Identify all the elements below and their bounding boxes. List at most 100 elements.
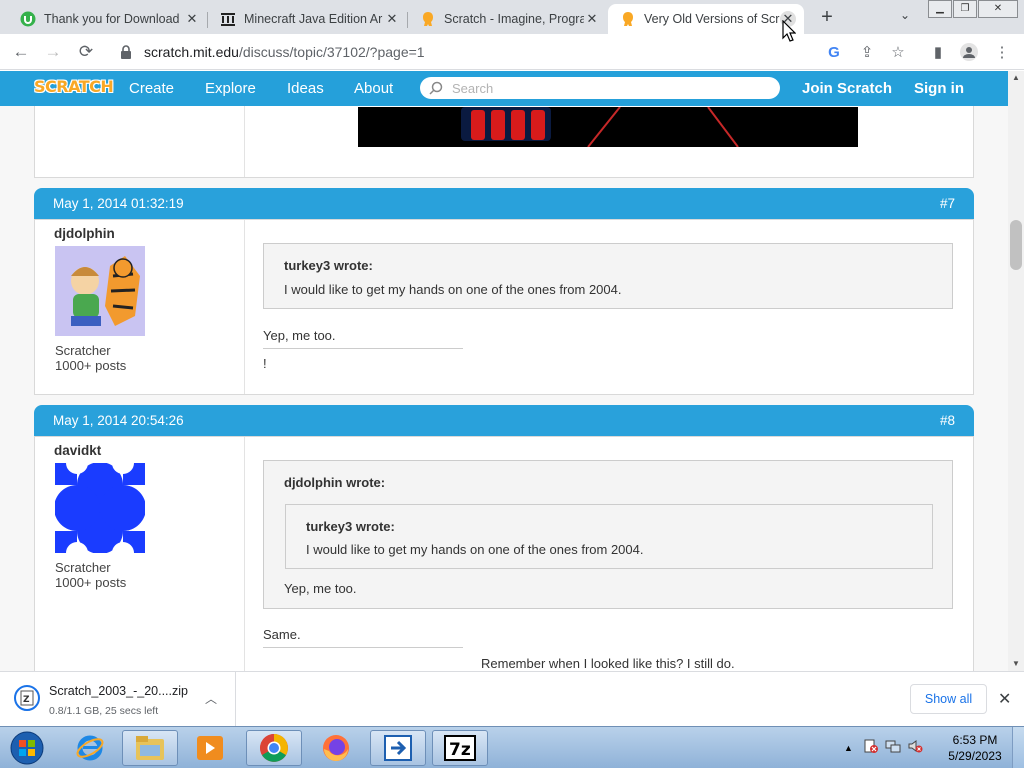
- nav-about[interactable]: About: [354, 80, 393, 97]
- forward-button[interactable]: →: [42, 41, 64, 63]
- scroll-thumb[interactable]: [1010, 220, 1022, 270]
- download-status: 0.8/1.1 GB, 25 secs left: [49, 705, 159, 717]
- user-rank: Scratcher 1000+ posts: [55, 560, 127, 590]
- tab-scratch-home[interactable]: Scratch - Imagine, Progra ✕: [408, 4, 608, 34]
- forum-post: davidkt Scratcher 1000+ posts djdolphin …: [34, 436, 974, 671]
- address-bar[interactable]: scratch.mit.edu/discuss/topic/37102/?pag…: [108, 38, 916, 66]
- svg-text:Z: Z: [23, 695, 30, 705]
- nav-explore[interactable]: Explore: [205, 80, 256, 97]
- tab-very-old-versions[interactable]: Very Old Versions of Scra ✕: [608, 4, 804, 34]
- scroll-down-arrow[interactable]: ▼: [1008, 657, 1024, 671]
- scratch-logo[interactable]: SCRATCH: [34, 77, 114, 96]
- 7zip-icon[interactable]: 7z: [432, 730, 488, 766]
- tab-title: Minecraft Java Edition Ar: [244, 12, 383, 26]
- signature-divider: [263, 348, 463, 349]
- minimize-button[interactable]: ▁: [928, 0, 952, 18]
- quote-text: Yep, me too.: [284, 581, 357, 596]
- close-window-button[interactable]: ✕: [978, 0, 1018, 18]
- embedded-image: [358, 107, 858, 147]
- scratch-navbar: SCRATCH Create Explore Ideas About Join …: [0, 71, 1008, 106]
- search-icon: [428, 80, 444, 96]
- close-downloads-icon[interactable]: ✕: [998, 689, 1011, 709]
- tab-search-icon[interactable]: ⌄: [896, 8, 914, 26]
- menu-dots-icon[interactable]: ⋮: [992, 42, 1012, 62]
- forum-content: May 1, 2014 01:32:19 #7 djdolphin Scratc…: [0, 106, 1008, 671]
- tray-expand-icon[interactable]: ▲: [844, 743, 853, 753]
- lock-icon: [118, 44, 134, 60]
- blockquote: turkey3 wrote: I would like to get my ha…: [263, 243, 953, 309]
- sign-in-link[interactable]: Sign in: [914, 80, 964, 97]
- post-signature: Remember when I looked like this? I stil…: [481, 656, 735, 671]
- post-author[interactable]: djdolphin: [54, 226, 115, 241]
- post-permalink[interactable]: #7: [940, 196, 955, 211]
- taskbar-clock[interactable]: 6:53 PM 5/29/2023: [943, 732, 1007, 764]
- chrome-taskbar-icon[interactable]: [246, 730, 302, 766]
- join-scratch-link[interactable]: Join Scratch: [802, 80, 892, 97]
- close-tab-icon[interactable]: ✕: [384, 11, 400, 27]
- close-tab-icon[interactable]: ✕: [584, 11, 600, 27]
- volume-muted-icon[interactable]: [907, 738, 923, 759]
- search-box[interactable]: [420, 77, 780, 99]
- show-all-button[interactable]: Show all: [910, 684, 987, 714]
- user-rank: Scratcher 1000+ posts: [55, 343, 127, 373]
- scratch-cat-icon: [420, 11, 436, 27]
- windows-taskbar: 7z ▲ 6:53 PM 5/29/2023: [0, 726, 1024, 768]
- nav-ideas[interactable]: Ideas: [287, 80, 324, 97]
- avatar[interactable]: [55, 246, 145, 336]
- action-center-icon[interactable]: [863, 738, 879, 759]
- tab-title: Scratch - Imagine, Progra: [444, 12, 584, 26]
- zip-file-icon: Z: [14, 685, 40, 711]
- avatar[interactable]: [54, 452, 146, 564]
- google-lens-icon[interactable]: G: [824, 42, 844, 62]
- file-explorer-icon[interactable]: [122, 730, 178, 766]
- tab-title: Thank you for Download: [44, 12, 180, 26]
- tab-strip: Thank you for Download ✕ Minecraft Java …: [0, 0, 1024, 34]
- uptodown-icon: [20, 11, 36, 27]
- quote-text: I would like to get my hands on one of t…: [306, 542, 644, 557]
- post-author[interactable]: davidkt: [54, 443, 101, 458]
- profile-avatar-icon[interactable]: [959, 42, 979, 62]
- media-player-icon[interactable]: [182, 730, 238, 766]
- download-filename: Scratch_2003_-_20....zip: [49, 684, 188, 698]
- page-scrollbar[interactable]: ▲ ▼: [1008, 71, 1024, 671]
- remote-app-icon[interactable]: [370, 730, 426, 766]
- quote-author: djdolphin wrote:: [284, 475, 386, 490]
- post-date: May 1, 2014 01:32:19: [53, 196, 184, 211]
- system-tray: ▲: [844, 727, 923, 768]
- back-button[interactable]: ←: [10, 41, 32, 63]
- tab-archive[interactable]: Minecraft Java Edition Ar ✕: [208, 4, 408, 34]
- downloads-bar: Z Scratch_2003_-_20....zip 0.8/1.1 GB, 2…: [0, 671, 1024, 726]
- post-permalink[interactable]: #8: [940, 413, 955, 428]
- tab-uptodown[interactable]: Thank you for Download ✕: [8, 4, 208, 34]
- reload-button[interactable]: ⟳: [75, 41, 97, 63]
- close-tab-icon[interactable]: ✕: [184, 11, 200, 27]
- browser-toolbar: ← → ⟳ scratch.mit.edu/discuss/topic/3710…: [0, 34, 1024, 70]
- nav-create[interactable]: Create: [129, 80, 174, 97]
- quote-text: I would like to get my hands on one of t…: [284, 282, 622, 297]
- post-header: May 1, 2014 20:54:26 #8: [34, 405, 974, 436]
- archive-org-icon: [220, 11, 236, 27]
- share-icon[interactable]: ⇪: [857, 42, 877, 62]
- search-input[interactable]: [452, 80, 752, 96]
- mouse-cursor: [782, 20, 796, 42]
- start-button[interactable]: [2, 730, 52, 766]
- new-tab-button[interactable]: +: [816, 6, 838, 28]
- nested-blockquote: turkey3 wrote: I would like to get my ha…: [285, 504, 933, 569]
- show-desktop-button[interactable]: [1012, 727, 1024, 768]
- network-icon[interactable]: [885, 738, 901, 759]
- quote-author: turkey3 wrote:: [284, 258, 373, 273]
- quote-author: turkey3 wrote:: [306, 519, 395, 534]
- chevron-up-icon[interactable]: ︿: [205, 690, 217, 707]
- side-panel-icon[interactable]: ▮: [928, 42, 948, 62]
- firefox-icon[interactable]: [308, 730, 364, 766]
- svg-text:7z: 7z: [449, 740, 471, 760]
- maximize-button[interactable]: ❐: [953, 0, 977, 18]
- post-header: May 1, 2014 01:32:19 #7: [34, 188, 974, 219]
- download-item[interactable]: Z Scratch_2003_-_20....zip 0.8/1.1 GB, 2…: [0, 672, 236, 726]
- url-text: scratch.mit.edu/discuss/topic/37102/?pag…: [144, 44, 425, 60]
- post-body: Yep, me too.: [263, 328, 336, 343]
- post-body: Same.: [263, 627, 301, 642]
- internet-explorer-icon[interactable]: [62, 730, 118, 766]
- bookmark-star-icon[interactable]: ☆: [888, 42, 908, 62]
- scroll-up-arrow[interactable]: ▲: [1008, 71, 1024, 85]
